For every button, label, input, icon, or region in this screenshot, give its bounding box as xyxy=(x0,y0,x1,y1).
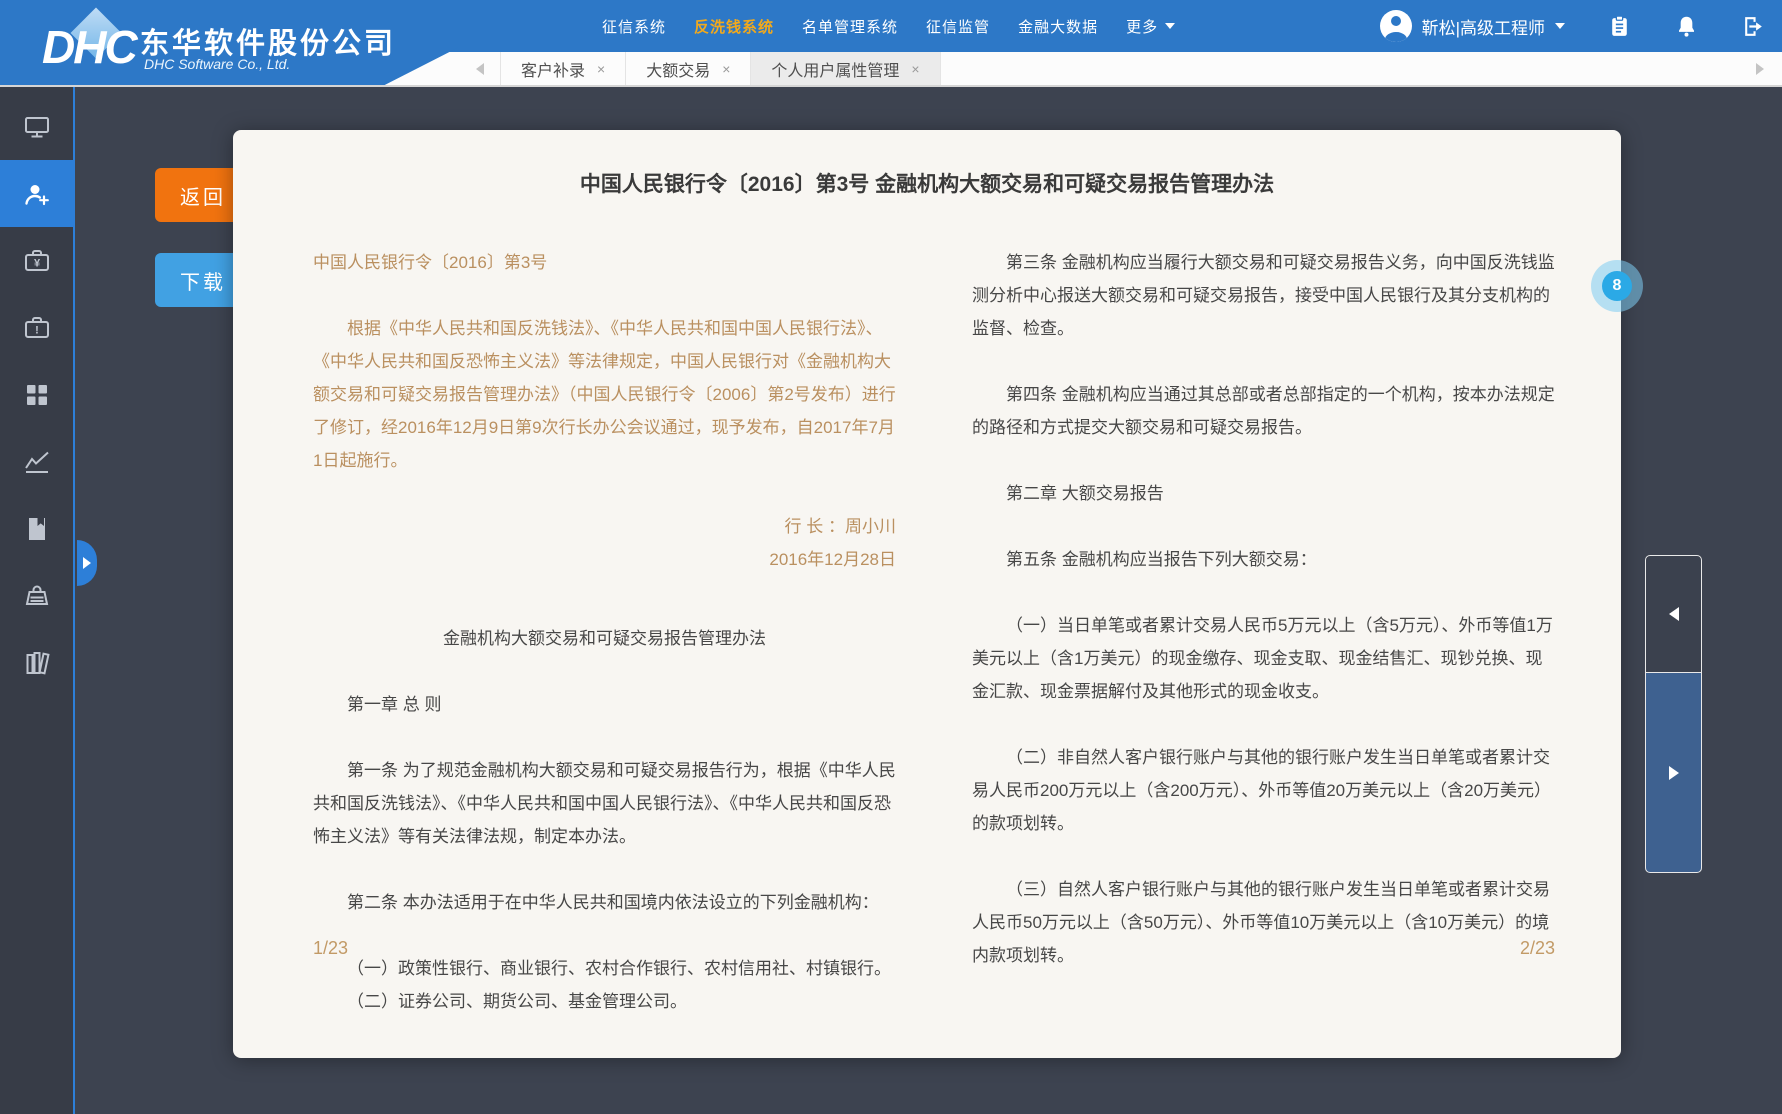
clipboard-icon[interactable] xyxy=(1607,14,1632,39)
document-title: 中国人民银行令〔2016〕第3号 金融机构大额交易和可疑交易报告管理办法 xyxy=(273,168,1581,198)
document-pages: 中国人民银行令〔2016〕第3号 根据《中华人民共和国反洗钱法》、《中华人民共和… xyxy=(233,246,1621,1024)
tab-large-transactions[interactable]: 大额交易 × xyxy=(626,52,751,85)
nav-item-list-management[interactable]: 名单管理系统 xyxy=(802,16,898,37)
doc-paragraph: 第三条 金融机构应当履行大额交易和可疑交易报告义务，向中国反洗钱监测分析中心报送… xyxy=(972,246,1555,345)
bell-icon[interactable] xyxy=(1674,14,1699,39)
brand-logo: DHC xyxy=(42,20,136,74)
main-nav: 征信系统 反洗钱系统 名单管理系统 征信监管 金融大数据 更多 xyxy=(602,0,1175,52)
bag-icon xyxy=(22,581,52,611)
avatar xyxy=(1380,10,1412,42)
sidebar-item-user-add[interactable] xyxy=(0,160,73,227)
company-name-en: DHC Software Co., Ltd. xyxy=(144,56,290,72)
notification-count-badge[interactable]: 8 xyxy=(1591,260,1643,312)
tab-label: 大额交易 xyxy=(646,57,710,81)
chevron-right-icon xyxy=(83,557,91,569)
page-number: 1/23 xyxy=(313,932,348,965)
doc-paragraph: 第二条 本办法适用于在中华人民共和国境内依法设立的下列金融机构： xyxy=(313,886,896,919)
nav-item-credit-system[interactable]: 征信系统 xyxy=(602,16,666,37)
svg-text:¥: ¥ xyxy=(33,257,40,269)
header-actions: 靳松|高级工程师 xyxy=(1380,0,1766,52)
close-icon[interactable]: × xyxy=(722,62,730,76)
nav-more-label: 更多 xyxy=(1126,16,1158,37)
doc-paragraph: 第一条 为了规范金融机构大额交易和可疑交易报告行为，根据《中华人民共和国反洗钱法… xyxy=(313,754,896,853)
nav-item-more[interactable]: 更多 xyxy=(1126,16,1175,37)
doc-paragraph: 根据《中华人民共和国反洗钱法》、《中华人民共和国中国人民银行法》、《中华人民共和… xyxy=(313,312,896,477)
sidebar-item-apps[interactable] xyxy=(0,361,73,428)
tab-label: 客户补录 xyxy=(521,57,585,81)
document-panel: 中国人民银行令〔2016〕第3号 金融机构大额交易和可疑交易报告管理办法 中国人… xyxy=(233,130,1621,1058)
badge-count: 8 xyxy=(1602,271,1632,301)
next-page-button[interactable] xyxy=(1645,673,1702,873)
svg-text:!: ! xyxy=(35,324,39,336)
page-navigator xyxy=(1645,555,1702,873)
tabs-scroll-right-button[interactable] xyxy=(1750,52,1770,85)
doc-list-item: （二）证券公司、期货公司、基金管理公司。 xyxy=(313,985,896,1018)
sidebar-item-alert-box[interactable]: ! xyxy=(0,294,73,361)
sidebar-item-bag[interactable] xyxy=(0,562,73,629)
monitor-icon xyxy=(22,112,52,142)
sidebar-item-cash-box[interactable]: ¥ xyxy=(0,227,73,294)
tabs-scroll-left-button[interactable] xyxy=(470,52,490,85)
user-menu[interactable]: 靳松|高级工程师 xyxy=(1380,10,1565,42)
nav-item-aml-system[interactable]: 反洗钱系统 xyxy=(694,16,774,37)
doc-list-item: （二）非自然人客户银行账户与其他的银行账户发生当日单笔或者累计交易人民币200万… xyxy=(972,741,1555,840)
chevron-down-icon xyxy=(1165,23,1175,29)
user-add-icon xyxy=(22,179,52,209)
doc-list-item: （三）自然人客户银行账户与其他的银行账户发生当日单笔或者累计交易人民币50万元以… xyxy=(972,873,1555,972)
doc-paragraph: 第五条 金融机构应当报告下列大额交易： xyxy=(972,543,1555,576)
chevron-right-icon xyxy=(1756,63,1764,75)
line-chart-icon xyxy=(22,447,52,477)
chevron-left-icon xyxy=(1669,607,1679,621)
doc-subtitle: 金融机构大额交易和可疑交易报告管理办法 xyxy=(313,622,896,655)
document-page-2: 第三条 金融机构应当履行大额交易和可疑交易报告义务，向中国反洗钱监测分析中心报送… xyxy=(972,246,1555,1024)
book-icon xyxy=(22,514,52,544)
close-icon[interactable]: × xyxy=(597,62,605,76)
books-icon xyxy=(22,648,52,678)
doc-list-item: （一）当日单笔或者累计交易人民币5万元以上（含5万元）、外币等值1万美元以上（含… xyxy=(972,609,1555,708)
doc-paragraph: 第四条 金融机构应当通过其总部或者总部指定的一个机构，按本办法规定的路径和方式提… xyxy=(972,378,1555,444)
chevron-down-icon xyxy=(1555,23,1565,29)
doc-list-item: （一）政策性银行、商业银行、农村合作银行、农村信用社、村镇银行。 xyxy=(313,952,896,985)
grid-icon xyxy=(22,380,52,410)
cash-case-icon: ¥ xyxy=(22,246,52,276)
tab-personal-user-attributes[interactable]: 个人用户属性管理 × xyxy=(751,52,940,85)
sidebar-item-library[interactable] xyxy=(0,629,73,696)
tab-label: 个人用户属性管理 xyxy=(771,57,899,81)
alert-case-icon: ! xyxy=(22,313,52,343)
nav-item-credit-supervision[interactable]: 征信监管 xyxy=(926,16,990,37)
logo-banner: DHC 东华软件股份公司 DHC Software Co., Ltd. xyxy=(0,0,458,85)
doc-chapter-heading: 第二章 大额交易报告 xyxy=(972,477,1555,510)
user-name-role: 靳松|高级工程师 xyxy=(1422,14,1545,39)
sidebar: ¥ ! xyxy=(0,85,75,1114)
tab-customer-supplement[interactable]: 客户补录 × xyxy=(500,52,626,85)
close-icon[interactable]: × xyxy=(911,62,919,76)
open-tabs: 客户补录 × 大额交易 × 个人用户属性管理 × xyxy=(500,52,941,85)
chevron-right-icon xyxy=(1669,766,1679,780)
main-content: 返回 下载 中国人民银行令〔2016〕第3号 金融机构大额交易和可疑交易报告管理… xyxy=(77,85,1782,1114)
doc-chapter-heading: 第一章 总 则 xyxy=(313,688,896,721)
document-page-1: 中国人民银行令〔2016〕第3号 根据《中华人民共和国反洗钱法》、《中华人民共和… xyxy=(313,246,896,1024)
doc-signature: 行 长 ：周小川 xyxy=(313,510,896,543)
doc-paragraph: 中国人民银行令〔2016〕第3号 xyxy=(313,246,896,279)
sidebar-item-analytics[interactable] xyxy=(0,428,73,495)
page-number: 2/23 xyxy=(1520,932,1555,965)
nav-item-financial-bigdata[interactable]: 金融大数据 xyxy=(1018,16,1098,37)
chevron-left-icon xyxy=(476,63,484,75)
previous-page-button[interactable] xyxy=(1645,555,1702,673)
logout-icon[interactable] xyxy=(1741,14,1766,39)
sidebar-item-book[interactable] xyxy=(0,495,73,562)
sidebar-item-monitor[interactable] xyxy=(0,93,73,160)
doc-signature-date: 2016年12月28日 xyxy=(313,543,896,576)
